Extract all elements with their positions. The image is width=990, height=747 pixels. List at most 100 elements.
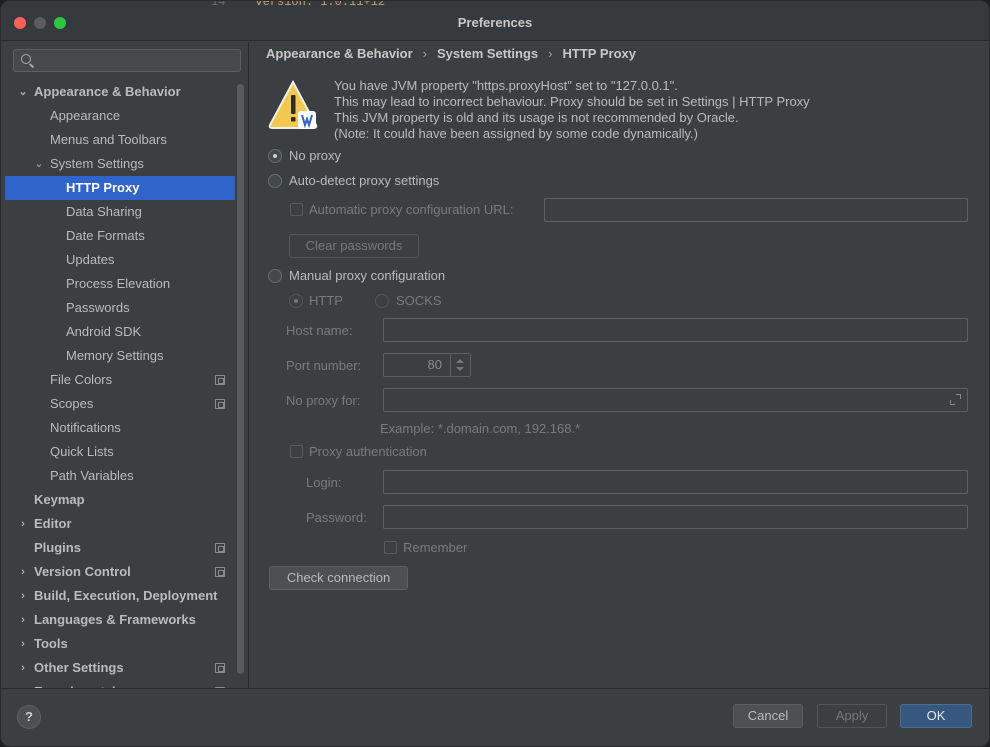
sidebar-item-tools[interactable]: › Tools <box>5 632 235 656</box>
manual-proxy-radio[interactable] <box>268 269 282 283</box>
sidebar-item-scopes[interactable]: Scopes <box>5 392 235 416</box>
search-icon <box>21 54 31 64</box>
sidebar-item-system-settings[interactable]: ⌄ System Settings <box>5 152 235 176</box>
chevron-right-icon[interactable]: › <box>17 560 29 584</box>
proxy-authentication-label[interactable]: Proxy authentication <box>309 444 427 460</box>
project-scope-icon <box>215 543 225 553</box>
sidebar-item-languages-frameworks[interactable]: › Languages & Frameworks <box>5 608 235 632</box>
sidebar-item-label: Version Control <box>34 564 131 579</box>
sidebar-item-other-settings[interactable]: › Other Settings <box>5 656 235 680</box>
sidebar-item-memory-settings[interactable]: Memory Settings <box>5 344 235 368</box>
sidebar-item-data-sharing[interactable]: Data Sharing <box>5 200 235 224</box>
breadcrumb-separator-icon: › <box>422 46 428 61</box>
sidebar-item-menus-toolbars[interactable]: Menus and Toolbars <box>5 128 235 152</box>
clear-passwords-button[interactable]: Clear passwords <box>289 234 419 258</box>
sidebar-item-label: Passwords <box>66 300 130 315</box>
sidebar-item-label: Other Settings <box>34 660 124 675</box>
sidebar-item-notifications[interactable]: Notifications <box>5 416 235 440</box>
chevron-right-icon[interactable]: › <box>17 584 29 608</box>
host-name-field[interactable] <box>383 318 968 342</box>
sidebar-item-label: Path Variables <box>50 468 134 483</box>
warning-line: You have JVM property "https.proxyHost" … <box>334 78 678 93</box>
sidebar-item-label: Tools <box>34 636 68 651</box>
sidebar-item-label: HTTP Proxy <box>66 180 140 195</box>
login-field[interactable] <box>383 470 968 494</box>
auto-detect-radio[interactable] <box>268 174 282 188</box>
host-name-label: Host name: <box>286 323 353 338</box>
breadcrumb-separator-icon: › <box>548 46 553 61</box>
password-field[interactable] <box>383 505 968 529</box>
warning-triangle-icon <box>268 79 318 129</box>
socks-radio[interactable] <box>375 294 389 308</box>
sidebar-item-version-control[interactable]: › Version Control <box>5 560 235 584</box>
chevron-down-icon[interactable]: ⌄ <box>33 152 45 176</box>
chevron-down-icon[interactable]: ⌄ <box>17 80 29 104</box>
proxy-authentication-checkbox[interactable] <box>290 445 303 458</box>
sidebar-scrollbar[interactable] <box>237 84 244 674</box>
sidebar-item-appearance[interactable]: Appearance <box>5 104 235 128</box>
sidebar-item-label: Editor <box>34 516 72 531</box>
breadcrumb-item[interactable]: Appearance & Behavior <box>266 46 413 61</box>
sidebar-item-passwords[interactable]: Passwords <box>5 296 235 320</box>
chevron-right-icon[interactable]: › <box>17 608 29 632</box>
expand-icon[interactable] <box>950 394 961 405</box>
sidebar-item-date-formats[interactable]: Date Formats <box>5 224 235 248</box>
project-scope-icon <box>215 399 225 409</box>
sidebar-item-editor[interactable]: › Editor <box>5 512 235 536</box>
sidebar-item-plugins[interactable]: Plugins <box>5 536 235 560</box>
window-title: Preferences <box>457 15 533 30</box>
http-radio[interactable] <box>289 294 303 308</box>
no-proxy-label[interactable]: No proxy <box>289 148 341 164</box>
sidebar-item-updates[interactable]: Updates <box>5 248 235 272</box>
http-proxy-panel: Appearance & Behavior › System Settings › HT… <box>250 42 989 688</box>
socks-label[interactable]: SOCKS <box>396 293 442 309</box>
login-label: Login: <box>306 475 342 490</box>
sidebar-item-process-elevation[interactable]: Process Elevation <box>5 272 235 296</box>
sidebar-item-label: Notifications <box>50 420 121 435</box>
auto-config-url-field[interactable] <box>544 198 968 222</box>
chevron-right-icon[interactable]: › <box>17 632 29 656</box>
sidebar-item-label: Experimental <box>34 680 116 688</box>
http-label[interactable]: HTTP <box>309 293 343 309</box>
settings-search-input[interactable] <box>13 49 241 72</box>
no-proxy-example: Example: *.domain.com, 192.168.* <box>380 421 581 436</box>
project-scope-icon <box>215 663 225 673</box>
sidebar-item-appearance-behavior[interactable]: ⌄ Appearance & Behavior <box>5 80 235 104</box>
sidebar-item-label: Scopes <box>50 396 94 411</box>
check-connection-button[interactable]: Check connection <box>269 566 408 590</box>
chevron-right-icon[interactable]: › <box>17 512 29 536</box>
auto-config-url-label: Automatic proxy configuration URL: <box>309 202 514 217</box>
breadcrumb-item-current: HTTP Proxy <box>562 46 636 61</box>
port-number-value: 80 <box>427 357 442 372</box>
sidebar-item-label: Updates <box>66 252 115 267</box>
auto-detect-label[interactable]: Auto-detect proxy settings <box>289 173 439 189</box>
chevron-right-icon[interactable]: › <box>17 656 29 680</box>
sidebar-item-experimental[interactable]: Experimental <box>5 680 235 688</box>
ok-button[interactable]: OK <box>900 704 972 728</box>
sidebar-item-file-colors[interactable]: File Colors <box>5 368 235 392</box>
port-number-stepper[interactable]: 80 <box>383 353 471 377</box>
sidebar-item-label: Date Formats <box>66 228 145 243</box>
remember-checkbox[interactable] <box>384 541 397 554</box>
sidebar-item-label: Quick Lists <box>50 444 114 459</box>
sidebar-item-label: Appearance & Behavior <box>34 84 181 99</box>
sidebar-item-http-proxy[interactable]: HTTP Proxy <box>5 176 235 200</box>
sidebar-item-build-execution-deployment[interactable]: › Build, Execution, Deployment <box>5 584 235 608</box>
remember-label[interactable]: Remember <box>403 540 467 556</box>
manual-proxy-label[interactable]: Manual proxy configuration <box>289 268 445 284</box>
help-button[interactable]: ? <box>17 705 41 729</box>
spinner-arrows-icon[interactable] <box>450 354 470 376</box>
no-proxy-for-field[interactable] <box>383 388 968 412</box>
sidebar-item-label: Data Sharing <box>66 204 142 219</box>
breadcrumb-item[interactable]: System Settings <box>437 46 538 61</box>
sidebar-item-label: Languages & Frameworks <box>34 612 196 627</box>
sidebar-item-quick-lists[interactable]: Quick Lists <box>5 440 235 464</box>
apply-button[interactable]: Apply <box>817 704 887 728</box>
cancel-button[interactable]: Cancel <box>733 704 803 728</box>
sidebar-item-android-sdk[interactable]: Android SDK <box>5 320 235 344</box>
no-proxy-radio[interactable] <box>268 149 282 163</box>
sidebar-item-label: File Colors <box>50 372 113 387</box>
sidebar-item-path-variables[interactable]: Path Variables <box>5 464 235 488</box>
auto-config-url-checkbox[interactable] <box>290 203 303 216</box>
sidebar-item-keymap[interactable]: Keymap <box>5 488 235 512</box>
